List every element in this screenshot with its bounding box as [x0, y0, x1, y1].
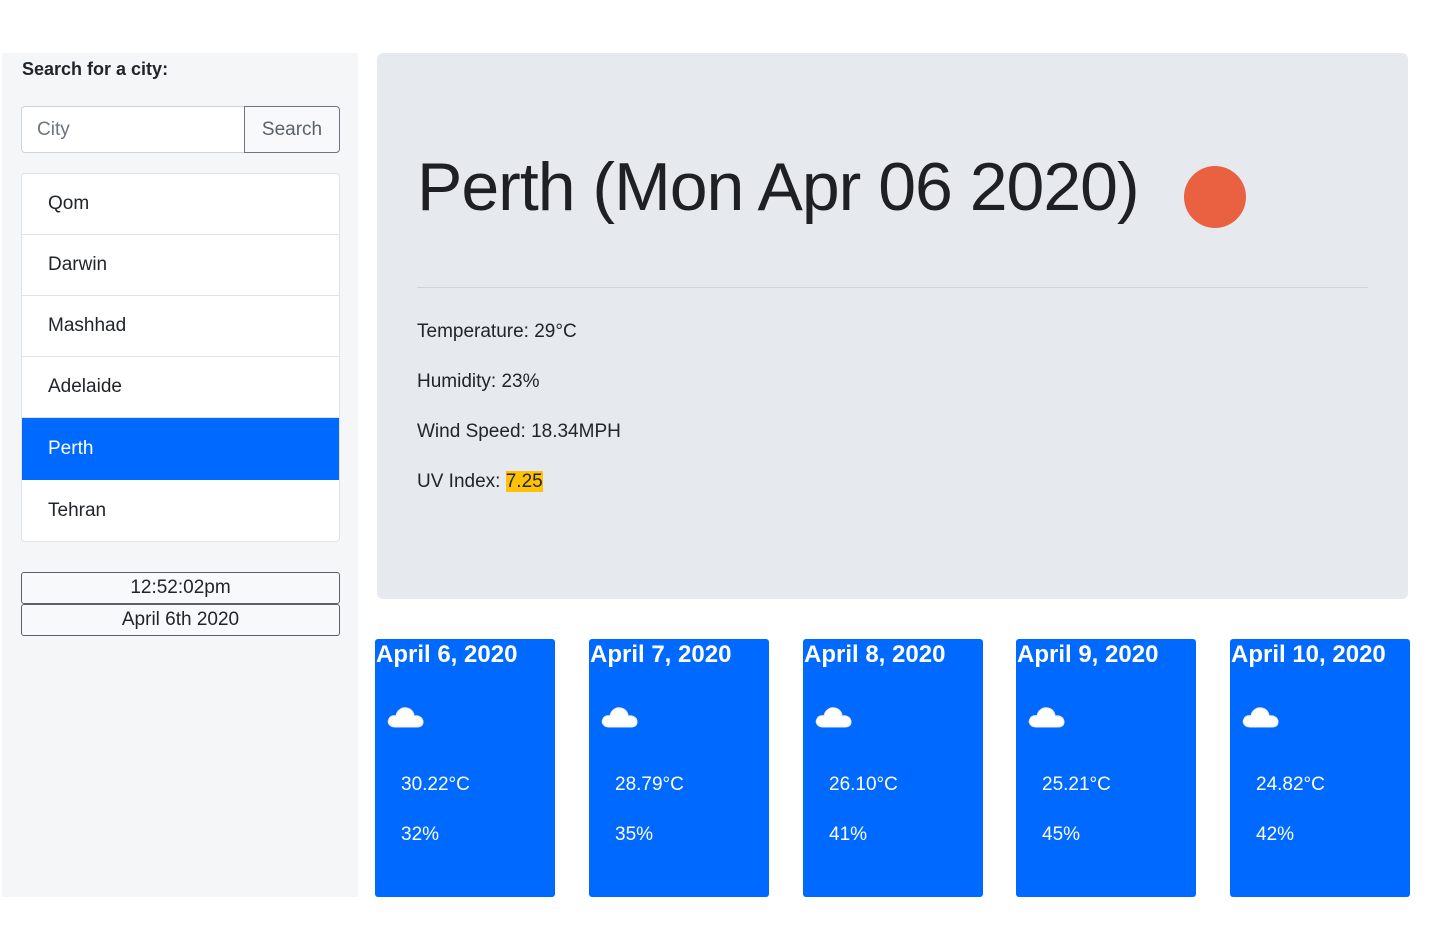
forecast-card: April 9, 2020 25.21°C 45% — [1016, 639, 1196, 897]
forecast-humidity: 32% — [401, 824, 440, 845]
forecast-temp: 25.21°C — [1042, 774, 1111, 795]
sidebar: Search for a city: Search Qom Darwin Mas… — [2, 53, 358, 897]
divider — [417, 287, 1368, 288]
current-time: 12:52:02pm — [21, 572, 340, 604]
city-item-tehran[interactable]: Tehran — [22, 480, 339, 541]
humidity-text: Humidity: 23% — [417, 371, 540, 392]
forecast-date: April 8, 2020 — [804, 641, 946, 668]
forecast-date: April 6, 2020 — [376, 641, 518, 668]
wind-speed-text: Wind Speed: 18.34MPH — [417, 421, 621, 442]
forecast-card: April 7, 2020 28.79°C 35% — [589, 639, 769, 897]
city-item-mashhad[interactable]: Mashhad — [22, 296, 339, 357]
forecast-humidity: 42% — [1256, 824, 1295, 845]
forecast-temp: 30.22°C — [401, 774, 470, 795]
forecast-temp: 24.82°C — [1256, 774, 1325, 795]
temperature-text: Temperature: 29°C — [417, 321, 577, 342]
search-label: Search for a city: — [22, 59, 169, 79]
forecast-card: April 6, 2020 30.22°C 32% — [375, 639, 555, 897]
current-date: April 6th 2020 — [21, 604, 340, 636]
cloud-icon — [601, 707, 638, 728]
weather-sun-icon — [1184, 166, 1246, 228]
forecast-humidity: 45% — [1042, 824, 1081, 845]
city-item-qom[interactable]: Qom — [22, 174, 339, 235]
forecast-temp: 26.10°C — [829, 774, 898, 795]
uv-index-badge: 7.25 — [505, 471, 543, 492]
forecast-card: April 10, 2020 24.82°C 42% — [1230, 639, 1410, 897]
forecast-humidity: 35% — [615, 824, 654, 845]
city-item-adelaide[interactable]: Adelaide — [22, 357, 339, 418]
cloud-icon — [1242, 707, 1279, 728]
city-history-list: Qom Darwin Mashhad Adelaide Perth Tehran — [21, 173, 340, 542]
city-search-input[interactable] — [21, 106, 244, 153]
forecast-temp: 28.79°C — [615, 774, 684, 795]
uv-index-text: UV Index: 7.25 — [417, 471, 543, 493]
forecast-date: April 7, 2020 — [590, 641, 732, 668]
forecast-card: April 8, 2020 26.10°C 41% — [803, 639, 983, 897]
uv-index-label: UV Index: — [417, 471, 506, 492]
forecast-date: April 9, 2020 — [1017, 641, 1159, 668]
city-title: Perth (Mon Apr 06 2020) — [417, 149, 1140, 225]
cloud-icon — [815, 707, 852, 728]
cloud-icon — [1028, 707, 1065, 728]
cloud-icon — [387, 707, 424, 728]
current-weather-panel: Perth (Mon Apr 06 2020) Temperature: 29°… — [377, 53, 1408, 599]
search-button[interactable]: Search — [244, 106, 340, 153]
search-row: Search — [21, 106, 340, 153]
forecast-humidity: 41% — [829, 824, 868, 845]
city-item-darwin[interactable]: Darwin — [22, 235, 339, 296]
forecast-date: April 10, 2020 — [1231, 641, 1386, 668]
city-item-perth[interactable]: Perth — [22, 418, 339, 480]
